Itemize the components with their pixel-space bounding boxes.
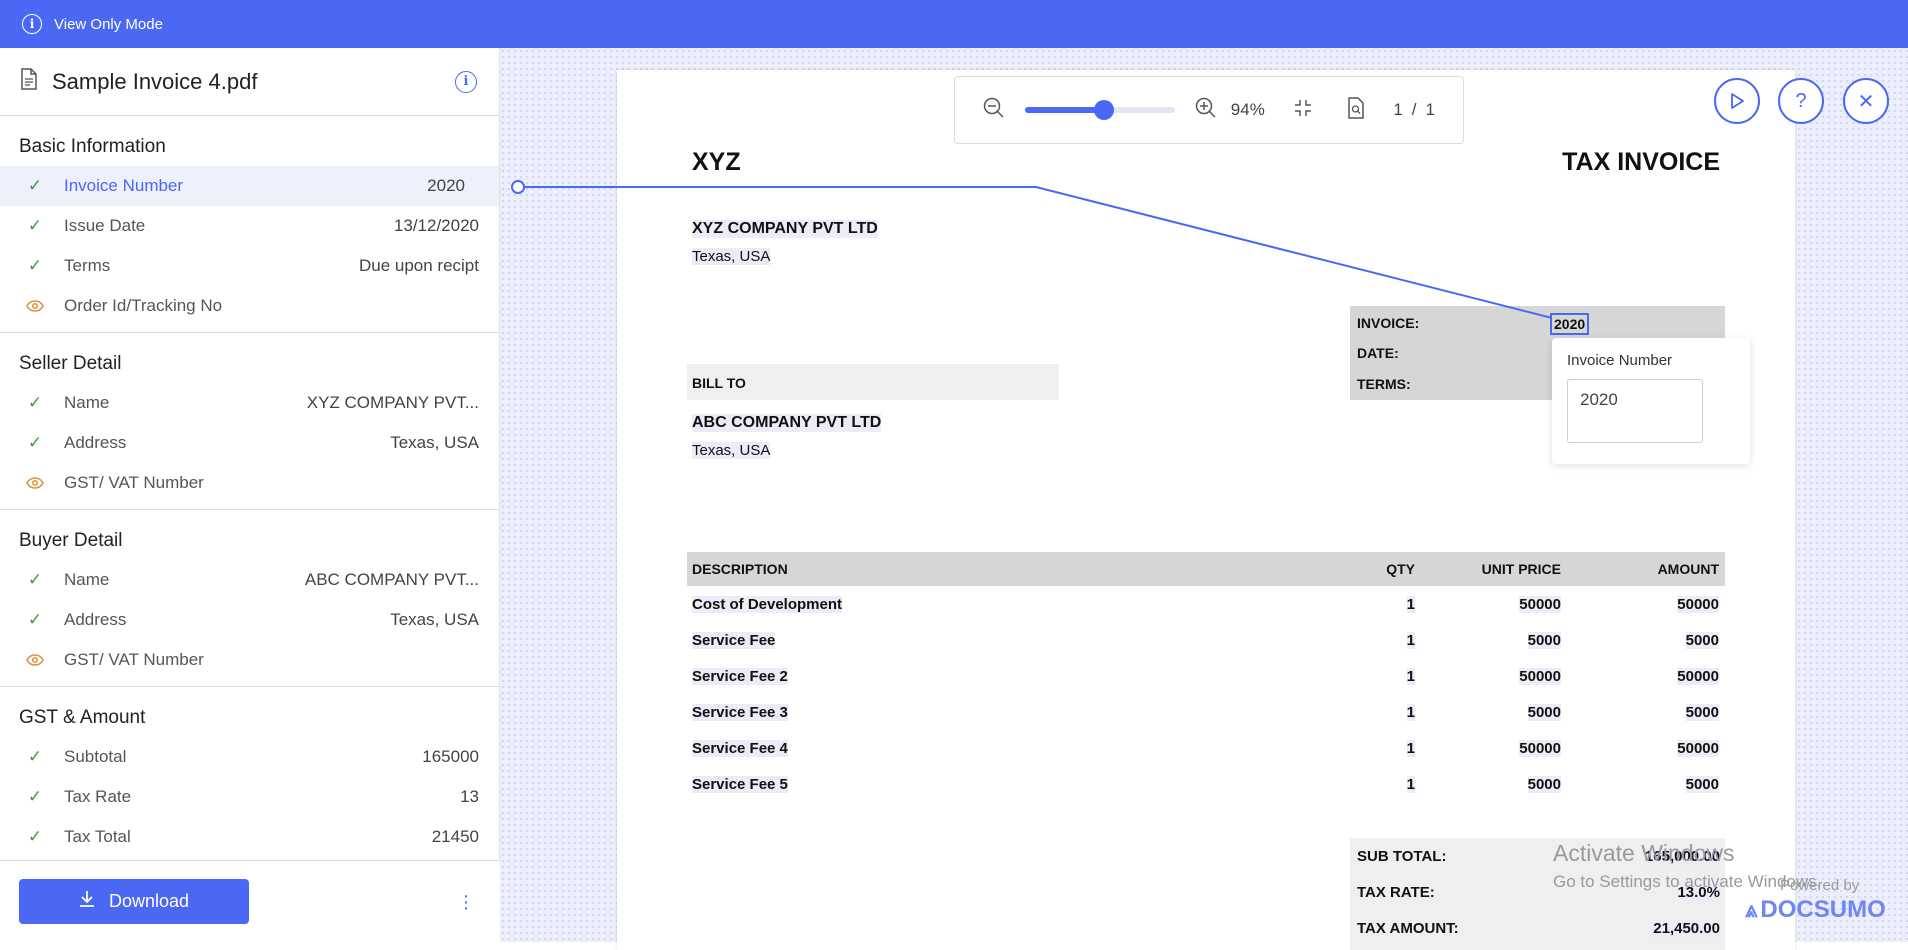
docsumo-logo: ⩓ DOCSUMO bbox=[1745, 896, 1886, 924]
field-edit-popup: Invoice Number 2020 bbox=[1552, 338, 1750, 464]
zoom-in-icon[interactable] bbox=[1195, 97, 1217, 124]
popup-field-label: Invoice Number bbox=[1567, 352, 1673, 369]
activate-windows-title: Activate Windows bbox=[1553, 840, 1735, 866]
docsumo-logo-icon: ⩓ bbox=[1745, 897, 1758, 922]
zoom-level: 94% bbox=[1230, 100, 1265, 119]
docsumo-logo-text: DOCSUMO bbox=[1760, 896, 1886, 923]
powered-by-label: Powered by bbox=[1780, 877, 1860, 894]
zoom-slider-fill bbox=[1025, 107, 1105, 113]
popup-field-input[interactable]: 2020 bbox=[1567, 379, 1703, 443]
viewer-toolbar: 94% 1 / 1 bbox=[954, 76, 1464, 144]
help-button[interactable]: ? bbox=[1778, 78, 1824, 124]
zoom-slider[interactable] bbox=[1025, 100, 1175, 120]
close-icon: ✕ bbox=[1857, 90, 1875, 113]
page-search-icon[interactable] bbox=[1347, 96, 1365, 124]
play-icon bbox=[1731, 93, 1744, 109]
zoom-out-icon[interactable] bbox=[983, 97, 1005, 124]
play-button[interactable] bbox=[1714, 78, 1760, 124]
page-total: 1 bbox=[1425, 100, 1435, 119]
page-current: 1 bbox=[1393, 100, 1403, 119]
close-button[interactable]: ✕ bbox=[1843, 78, 1889, 124]
fit-page-icon[interactable] bbox=[1293, 98, 1313, 123]
zoom-slider-knob[interactable] bbox=[1094, 100, 1115, 120]
help-icon: ? bbox=[1795, 89, 1807, 112]
page-separator: / bbox=[1411, 100, 1417, 119]
